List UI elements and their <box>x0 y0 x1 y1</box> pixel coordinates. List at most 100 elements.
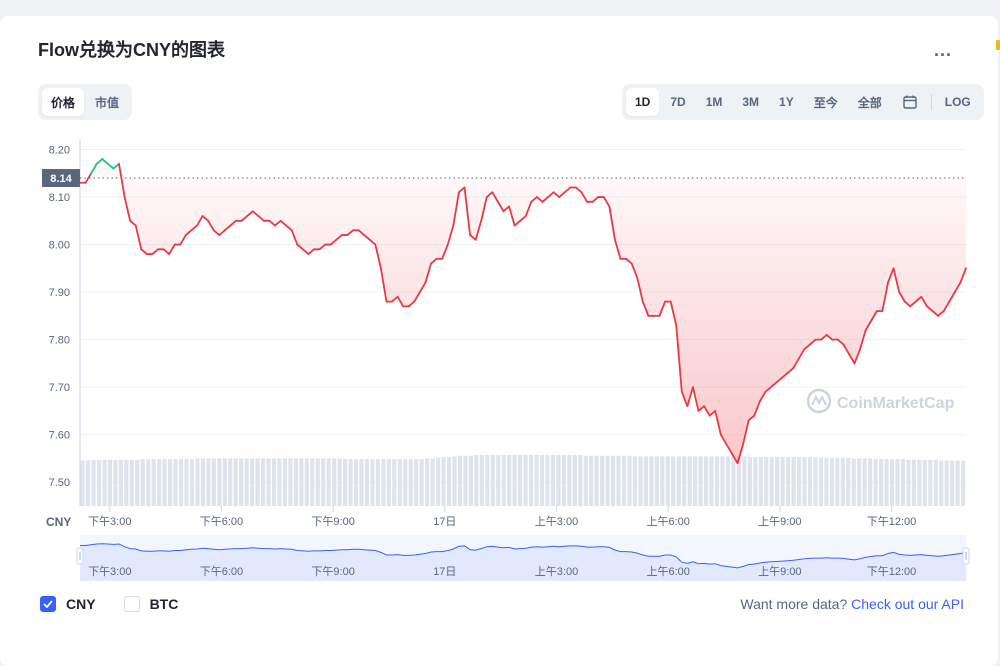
cny-checkbox[interactable] <box>40 596 56 612</box>
navigator[interactable]: 下午3:00 下午6:00 下午9:00 17日 上午3:00 上午6:00 上午9:00 下… <box>76 535 970 581</box>
volume-bar <box>539 455 545 506</box>
volume-bar <box>85 460 91 506</box>
volume-bars <box>80 455 966 506</box>
volume-bar <box>435 457 441 506</box>
volume-bar <box>561 455 566 506</box>
volume-bar <box>933 459 938 506</box>
volume-bar <box>310 458 315 506</box>
volume-bar <box>348 459 353 506</box>
volume-bar <box>386 459 391 506</box>
volume-bar <box>468 455 473 506</box>
navigator-tick-label: 上午9:00 <box>758 565 801 578</box>
volume-bar <box>107 459 113 506</box>
api-link[interactable]: Check out our API <box>851 596 964 612</box>
volume-bar <box>769 457 774 506</box>
y-tick-label: 7.60 <box>49 430 70 442</box>
volume-bar <box>260 458 266 506</box>
legend: CNY BTC <box>40 596 196 612</box>
volume-bar <box>889 459 895 506</box>
volume-bar <box>364 459 370 506</box>
volume-bar <box>550 455 556 506</box>
volume-bar <box>518 455 523 506</box>
x-axis: 下午3:00 下午6:00 下午9:00 17日 上午3:00 上午6:00 上午9:00 下… <box>88 506 916 528</box>
price-chart: 8.14 8.20 8.10 8.00 7.90 7.80 7.70 7.60 7.50 CNY… <box>42 140 970 581</box>
volume-bar <box>638 456 643 506</box>
volume-bar <box>315 458 320 506</box>
price-area <box>79 158 967 465</box>
volume-bar <box>485 455 490 506</box>
volume-bar <box>862 458 867 506</box>
volume-bar <box>282 458 288 506</box>
volume-bar <box>233 458 238 506</box>
volume-bar <box>80 460 85 506</box>
volume-bar <box>337 458 342 506</box>
volume-bar <box>359 459 364 506</box>
volume-bar <box>452 456 457 506</box>
volume-bar <box>835 457 840 506</box>
volume-bar <box>944 460 949 506</box>
volume-bar <box>457 455 463 506</box>
volume-bar <box>211 458 216 506</box>
volume-bar <box>780 457 785 506</box>
volume-bar <box>632 456 638 506</box>
x-tick-label: 上午9:00 <box>758 515 801 528</box>
x-tick-label: 上午6:00 <box>646 515 689 528</box>
volume-bar <box>299 458 304 506</box>
volume-bar <box>425 458 430 506</box>
navigator-tick-label: 下午9:00 <box>311 565 354 578</box>
volume-bar <box>91 459 96 506</box>
volume-bar <box>381 459 386 506</box>
volume-bar <box>660 456 665 506</box>
volume-bar <box>370 459 375 506</box>
volume-bar <box>807 457 813 506</box>
volume-bar <box>611 455 616 506</box>
volume-bar <box>528 455 534 506</box>
volume-bar <box>534 455 539 506</box>
volume-bar <box>884 459 889 506</box>
y-tick-label: 7.50 <box>49 477 70 489</box>
volume-bar <box>332 458 337 506</box>
volume-bar <box>802 457 807 506</box>
volume-bar <box>113 459 118 506</box>
volume-bar <box>868 458 873 506</box>
volume-bar <box>375 459 381 506</box>
volume-bar <box>900 459 906 506</box>
volume-bar <box>173 459 178 506</box>
volume-bar <box>200 458 205 506</box>
y-tick-label: 8.00 <box>49 240 70 252</box>
volume-bar <box>326 458 331 506</box>
volume-bar <box>616 455 621 506</box>
volume-bar <box>217 458 222 506</box>
volume-bar <box>567 455 572 506</box>
volume-bar <box>162 459 167 506</box>
volume-bar <box>414 459 419 506</box>
volume-bar <box>572 455 577 506</box>
volume-bar <box>293 458 298 506</box>
volume-bar <box>950 460 955 506</box>
volume-bar <box>545 455 550 506</box>
volume-bar <box>786 457 791 506</box>
volume-bar <box>846 457 851 506</box>
coinmarketcap-logo-icon <box>806 388 832 414</box>
volume-bar <box>605 455 610 506</box>
volume-bar <box>140 459 145 506</box>
volume-bar <box>725 456 731 506</box>
volume-bar <box>129 459 134 506</box>
volume-bar <box>698 456 703 506</box>
btc-legend-label: BTC <box>149 596 179 612</box>
volume-bar <box>720 456 725 506</box>
volume-bar <box>676 456 681 506</box>
navigator-tick-label: 上午6:00 <box>646 565 689 578</box>
volume-bar <box>643 456 648 506</box>
volume-bar <box>589 455 594 506</box>
btc-checkbox[interactable] <box>123 596 140 612</box>
volume-bar <box>321 458 326 506</box>
volume-bar <box>512 455 517 506</box>
volume-bar <box>397 459 402 506</box>
volume-bar <box>682 456 687 506</box>
volume-bar <box>408 459 413 506</box>
watermark: CoinMarketCap <box>806 388 955 414</box>
volume-bar <box>255 458 260 506</box>
volume-bar <box>474 455 479 506</box>
volume-bar <box>184 459 189 506</box>
